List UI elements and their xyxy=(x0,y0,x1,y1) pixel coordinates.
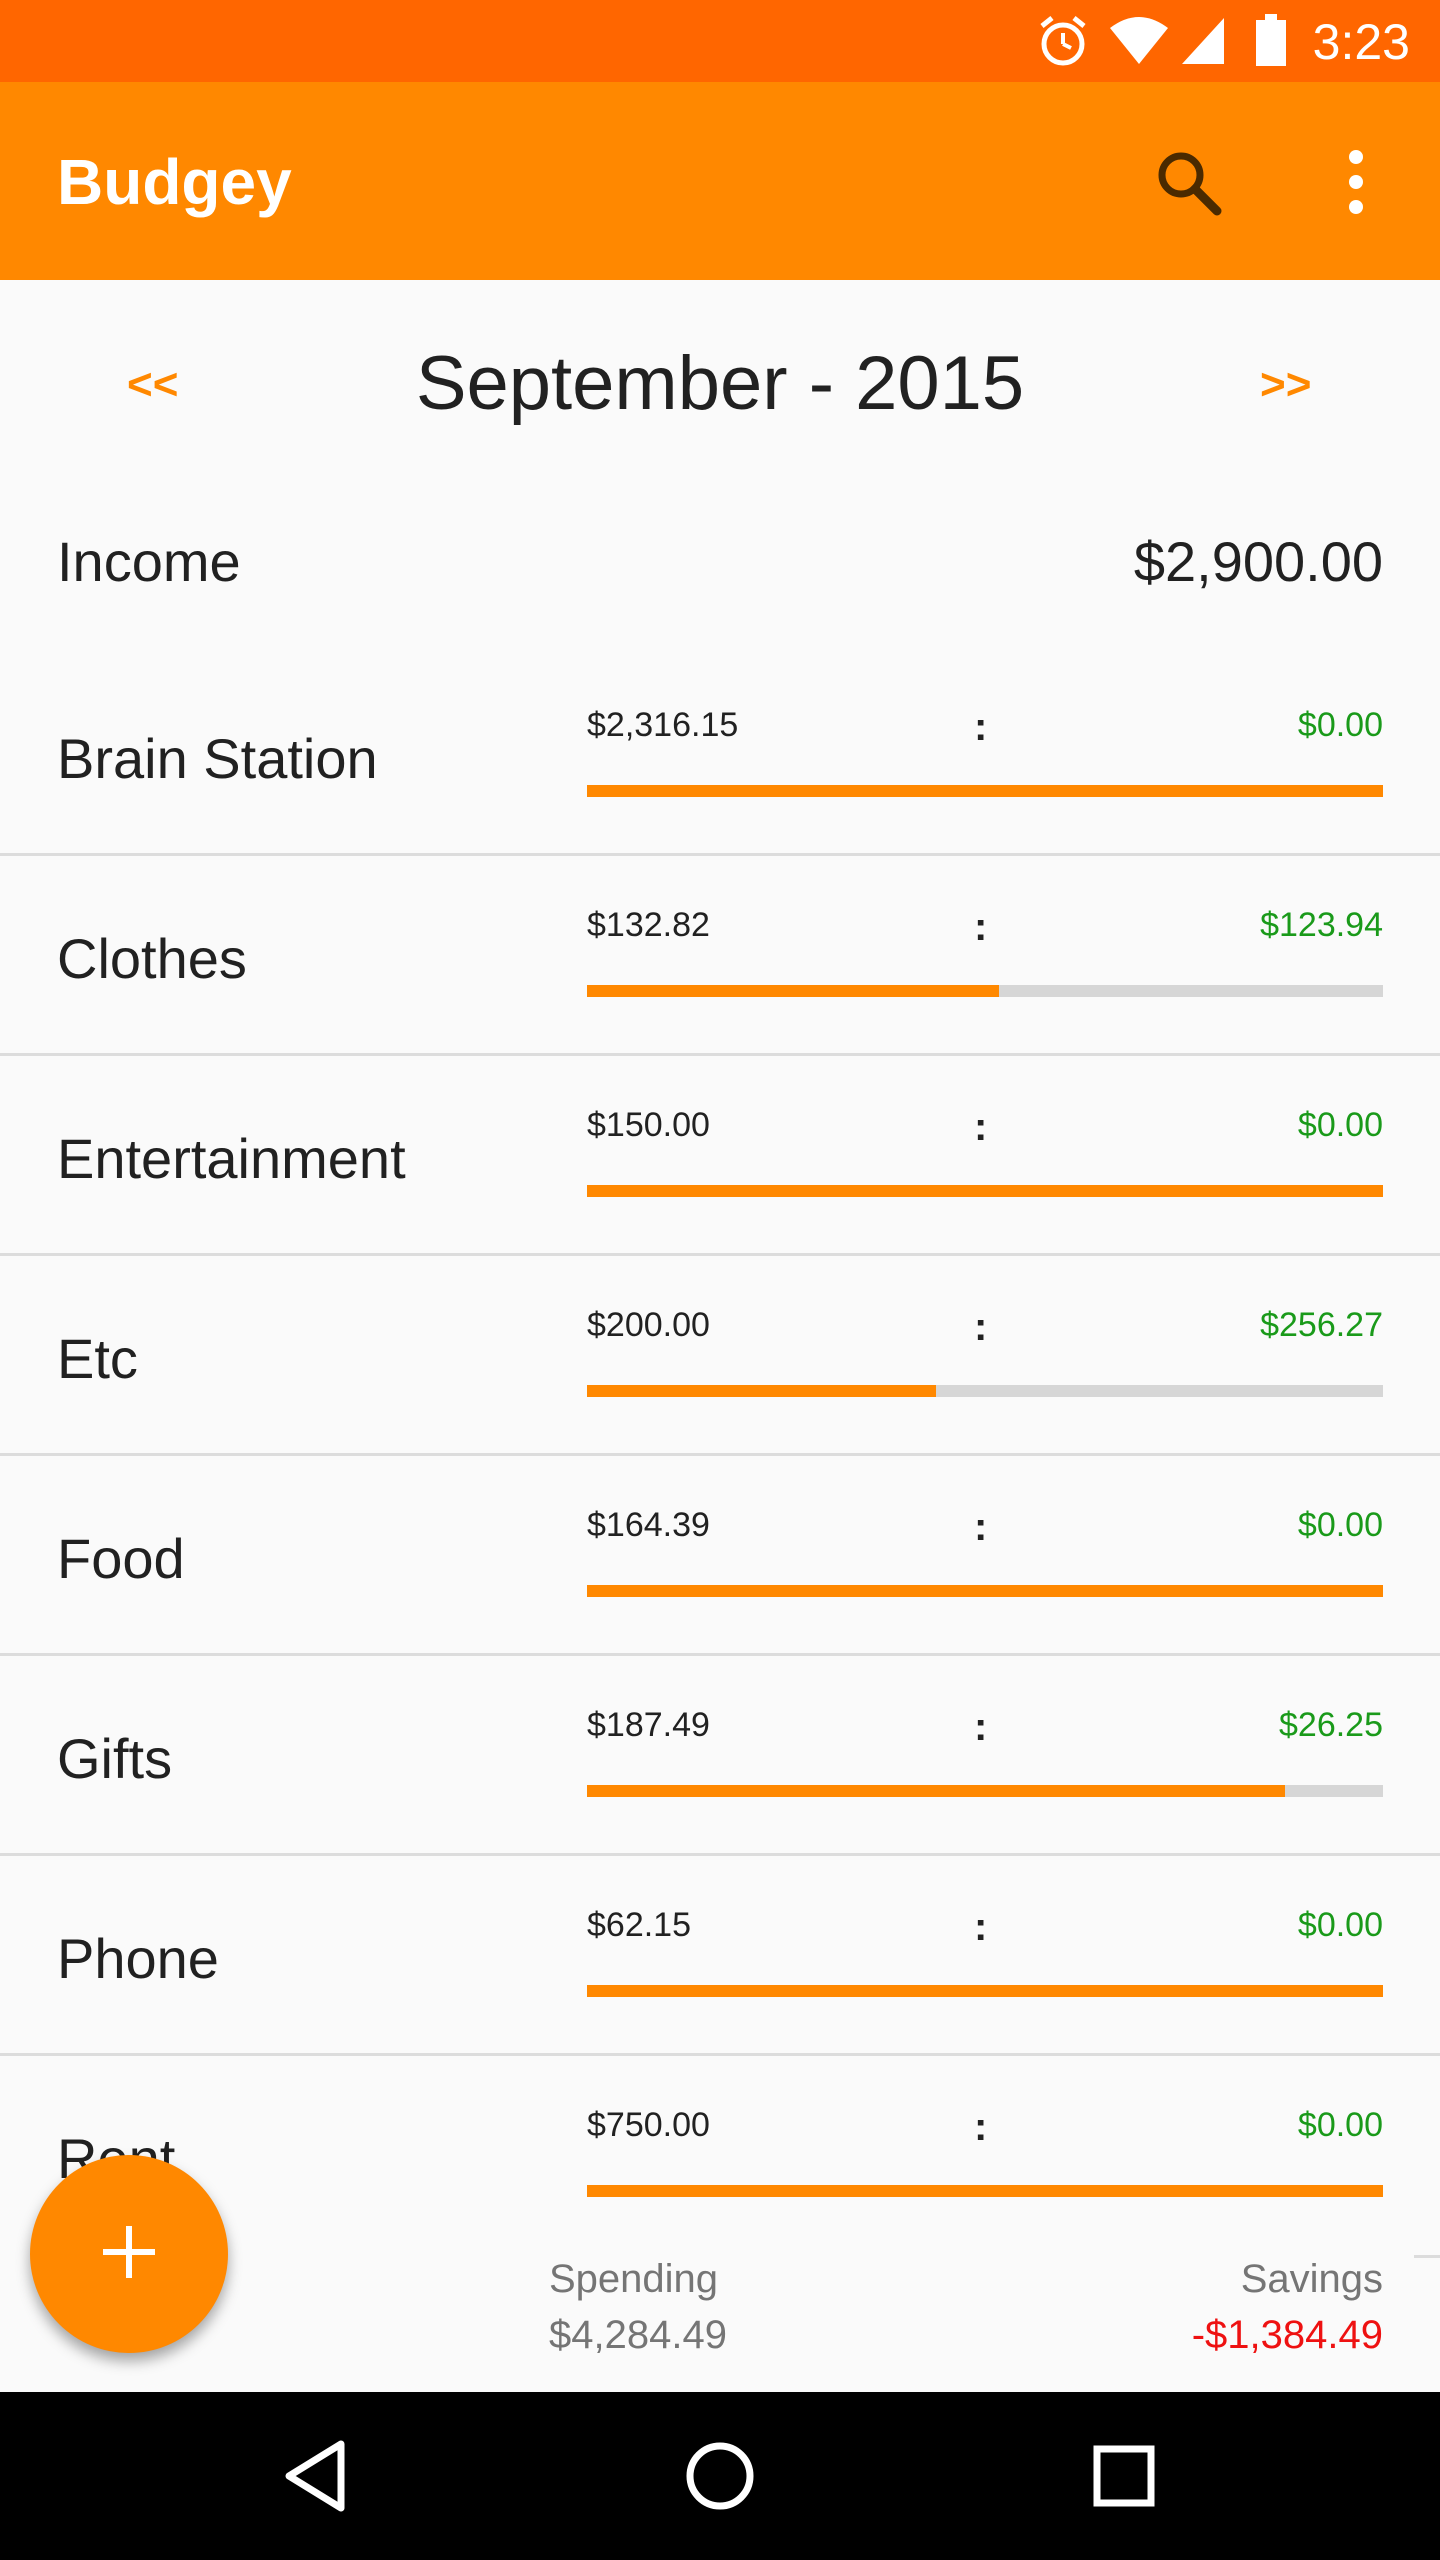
progress-fill xyxy=(587,785,1383,797)
progress-track xyxy=(587,1785,1383,1797)
progress-track xyxy=(587,2185,1383,2197)
add-button[interactable] xyxy=(30,2155,228,2353)
cell-signal-icon xyxy=(1178,14,1228,73)
system-nav-bar xyxy=(0,2392,1440,2560)
category-budget: $187.49 xyxy=(587,1706,710,1744)
progress-track xyxy=(587,785,1383,797)
category-remaining: $123.94 xyxy=(1260,906,1383,944)
savings-label: Savings xyxy=(1240,2257,1383,2301)
category-name: Entertainment xyxy=(57,1127,406,1190)
category-budget: $750.00 xyxy=(587,2106,710,2144)
alarm-icon xyxy=(1036,14,1090,73)
separator: : xyxy=(974,1105,988,1149)
category-budget: $200.00 xyxy=(587,1306,710,1344)
progress-fill xyxy=(587,1985,1383,1997)
divider xyxy=(1414,2255,1440,2258)
category-row[interactable]: Etc $200.00 : $256.27 xyxy=(0,1255,1440,1456)
category-remaining: $0.00 xyxy=(1297,1106,1383,1144)
progress-track xyxy=(587,1185,1383,1197)
category-row[interactable]: Brain Station $2,316.15 : $0.00 xyxy=(0,655,1440,856)
progress-track xyxy=(587,985,1383,997)
category-name: Phone xyxy=(57,1927,219,1990)
category-row[interactable]: Phone $62.15 : $0.00 xyxy=(0,1855,1440,2056)
current-month: September - 2015 xyxy=(415,341,1025,426)
category-budget: $164.39 xyxy=(587,1506,710,1544)
category-name: Clothes xyxy=(57,927,247,990)
category-remaining: $0.00 xyxy=(1297,1906,1383,1944)
separator: : xyxy=(974,1505,988,1549)
back-icon[interactable] xyxy=(266,2426,366,2526)
category-row[interactable]: Rent $750.00 : $0.00 xyxy=(0,2055,1440,2215)
app-bar: Budgey xyxy=(0,82,1440,280)
progress-track xyxy=(587,1385,1383,1397)
separator: : xyxy=(974,2105,988,2149)
search-icon[interactable] xyxy=(1148,142,1228,222)
progress-fill xyxy=(587,2185,1383,2197)
separator: : xyxy=(974,705,988,749)
separator: : xyxy=(974,1905,988,1949)
wifi-icon xyxy=(1108,14,1170,73)
app-title: Budgey xyxy=(57,146,292,218)
month-navigator: << September - 2015 >> xyxy=(0,280,1440,480)
spending-value: $4,284.49 xyxy=(549,2313,727,2357)
category-budget: $150.00 xyxy=(587,1106,710,1144)
category-row[interactable]: Food $164.39 : $0.00 xyxy=(0,1455,1440,1656)
category-budget: $62.15 xyxy=(587,1906,691,1944)
spending-label: Spending xyxy=(549,2257,719,2301)
home-icon[interactable] xyxy=(670,2426,770,2526)
category-name: Food xyxy=(57,1527,185,1590)
add-icon xyxy=(101,2224,157,2285)
progress-track xyxy=(587,1585,1383,1597)
progress-track xyxy=(587,1985,1383,1997)
progress-fill xyxy=(587,985,999,997)
more-vert-icon[interactable] xyxy=(1316,142,1396,222)
progress-fill xyxy=(587,1785,1286,1797)
recents-icon[interactable] xyxy=(1074,2426,1174,2526)
category-remaining: $0.00 xyxy=(1297,1506,1383,1544)
progress-fill xyxy=(587,1185,1383,1197)
battery-icon xyxy=(1254,14,1288,73)
category-budget: $132.82 xyxy=(587,906,710,944)
category-budget: $2,316.15 xyxy=(587,706,739,744)
clock: 3:23 xyxy=(1312,14,1410,70)
category-name: Etc xyxy=(57,1327,138,1390)
separator: : xyxy=(974,1305,988,1349)
category-row[interactable]: Entertainment $150.00 : $0.00 xyxy=(0,1055,1440,1256)
category-row[interactable]: Clothes $132.82 : $123.94 xyxy=(0,855,1440,1056)
category-row[interactable]: Gifts $187.49 : $26.25 xyxy=(0,1655,1440,1856)
separator: : xyxy=(974,905,988,949)
category-remaining: $0.00 xyxy=(1297,2106,1383,2144)
category-remaining: $26.25 xyxy=(1279,1706,1383,1744)
category-remaining: $0.00 xyxy=(1297,706,1383,744)
status-bar: 3:23 xyxy=(0,0,1440,82)
income-row[interactable]: Income $2,900.00 xyxy=(0,480,1440,650)
category-list[interactable]: Brain Station $2,316.15 : $0.00 Clothes … xyxy=(0,655,1440,2215)
income-label: Income xyxy=(57,530,241,593)
savings-value: -$1,384.49 xyxy=(1191,2313,1383,2357)
separator: : xyxy=(974,1705,988,1749)
progress-fill xyxy=(587,1585,1383,1597)
category-remaining: $256.27 xyxy=(1260,1306,1383,1344)
next-month-button[interactable]: >> xyxy=(1260,360,1311,410)
income-value: $2,900.00 xyxy=(1133,530,1383,593)
progress-fill xyxy=(587,1385,936,1397)
category-name: Brain Station xyxy=(57,727,378,790)
category-name: Gifts xyxy=(57,1727,173,1790)
